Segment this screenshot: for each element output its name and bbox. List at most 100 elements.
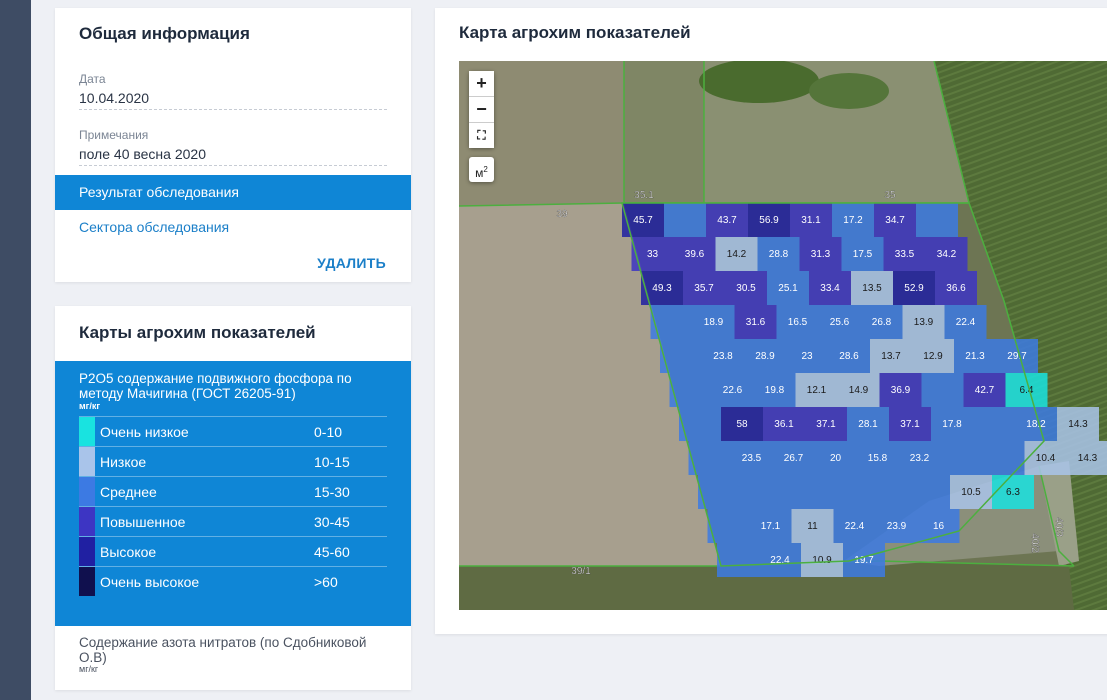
grid-value-label: 28.9 [755,351,775,362]
agrochem-map[interactable]: 45.7 43.7 56.9 31.1 17.2 34.7 33 39.6 14.2 28.8 31… [459,61,1107,610]
legend-range: 45-60 [314,544,350,560]
map-zoom-controls: + − ⛶ [469,71,494,148]
grid-value-label: 45.7 [633,215,653,226]
notes-field[interactable]: поле 40 весна 2020 [79,146,387,166]
grid-value-label: 23.5 [742,453,762,464]
grid-value-label: 22.4 [845,521,865,532]
phosphorus-title: P2O5 содержание подвижного фосфора по ме… [79,371,352,401]
grid-value-label: 23.2 [910,453,930,464]
grid-value-label: 6.3 [1006,487,1020,498]
grid-value-label: 56.9 [759,215,779,226]
legend-range: 15-30 [314,484,350,500]
grid-value-label: 15.8 [868,453,888,464]
grid-value-label: 49.3 [652,283,672,294]
grid-value-label: 31.3 [811,249,831,260]
legend-row: Высокое 45-60 [79,536,387,566]
zoom-in-button[interactable]: + [469,71,494,97]
grid-cell[interactable] [740,475,782,509]
grid-value-label: 23 [801,351,813,362]
nitrate-map-item[interactable]: Содержание азота нитратов (по Сдобниково… [79,635,389,665]
grid-value-label: 19.8 [765,385,785,396]
grid-value-label: 28.1 [858,419,878,430]
grid-value-label: 25.6 [830,317,850,328]
grid-value-label: 6.4 [1020,385,1034,396]
legend-name: Высокое [100,544,157,560]
grid-value-label: 43.7 [717,215,737,226]
grid-value-label: 14.3 [1078,453,1098,464]
grid-value-label: 37.1 [816,419,836,430]
phosphorus-map-item[interactable]: P2O5 содержание подвижного фосфора по ме… [55,361,411,626]
general-info-title: Общая информация [79,24,250,43]
grid-cell[interactable] [650,305,693,339]
grid-value-label: 12.9 [923,351,943,362]
grid-value-label: 22.4 [956,317,976,328]
grid-value-label: 36.1 [774,419,794,430]
grid-value-label: 16 [933,521,945,532]
grid-value-label: 17.5 [853,249,873,260]
satellite-map[interactable]: 45.7 43.7 56.9 31.1 17.2 34.7 33 39.6 14.2 28.8 31… [459,61,1107,610]
grid-value-label: 14.3 [1068,419,1088,430]
grid-value-label: 33.4 [820,283,840,294]
grid-value-label: 10.9 [812,555,832,566]
grid-value-label: 25.1 [778,283,798,294]
agrochem-maps-title: Карты агрохим показателей [79,323,316,342]
fullscreen-button[interactable]: ⛶ [469,123,494,148]
grid-value-label: 10.4 [1036,453,1056,464]
grid-cell[interactable] [982,441,1025,475]
grid-value-label: 31.1 [801,215,821,226]
grid-cell[interactable] [664,203,706,237]
legend: Очень низкое 0-10 Низкое 10-15 Среднее 1… [79,416,387,596]
grid-value-label: 30.5 [736,283,756,294]
grid-cell[interactable] [916,203,958,237]
legend-name: Среднее [100,484,157,500]
field-label: 39/1 [571,566,591,577]
grid-value-label: 23.8 [713,351,733,362]
grid-cell[interactable] [866,475,908,509]
agrochem-maps-card: Карты агрохим показателей P2O5 содержани… [55,306,411,690]
legend-row: Повышенное 30-45 [79,506,387,536]
grid-value-label: 42.7 [975,385,995,396]
grid-value-label: 34.7 [885,215,905,226]
legend-swatch [79,507,95,536]
grid-value-label: 28.6 [839,351,859,362]
grid-value-label: 52.9 [904,283,924,294]
legend-swatch [79,567,95,596]
grid-value-label: 11 [807,521,818,532]
grid-value-label: 12.1 [807,385,827,396]
grid-value-label: 35.7 [694,283,714,294]
grid-value-label: 13.9 [914,317,934,328]
field-label: 39 [556,209,568,220]
grid-value-label: 28.8 [769,249,789,260]
grid-value-label: 37.1 [900,419,920,430]
delete-button[interactable]: УДАЛИТЬ [317,255,386,271]
nitrate-unit: мг/кг [79,664,99,674]
measure-area-button[interactable]: м2 [469,157,494,182]
grid-cell[interactable] [921,373,964,407]
survey-result-tab[interactable]: Результат обследования [55,175,411,210]
grid-value-label: 17.8 [942,419,962,430]
field-label: 35.1 [634,190,654,201]
grid-value-label: 26.8 [872,317,892,328]
grid-value-label: 18.9 [704,317,724,328]
zoom-out-button[interactable]: − [469,97,494,123]
legend-swatch [79,447,95,476]
grid-value-label: 58 [736,419,748,430]
grid-cell[interactable] [973,407,1015,441]
grid-value-label: 20 [830,453,842,464]
survey-result-label: Результат обследования [79,184,240,200]
grid-value-label: 14.9 [849,385,869,396]
survey-sectors-link[interactable]: Сектора обследования [79,219,229,235]
grid-cell[interactable] [824,475,866,509]
grid-value-label: 39.6 [685,249,705,260]
date-field[interactable]: 10.04.2020 [79,90,387,110]
map-card: Карта агрохим показателей 45.7 43.7 56.9… [435,8,1107,634]
legend-swatch [79,477,95,506]
grid-value-label: 34.2 [937,249,957,260]
grid-cell[interactable] [908,475,950,509]
grid-cell[interactable] [717,543,759,577]
grid-cell[interactable] [782,475,824,509]
legend-row: Низкое 10-15 [79,446,387,476]
grid-cell[interactable] [940,441,983,475]
left-sidebar-strip [0,0,31,700]
grid-value-label: 36.9 [891,385,911,396]
